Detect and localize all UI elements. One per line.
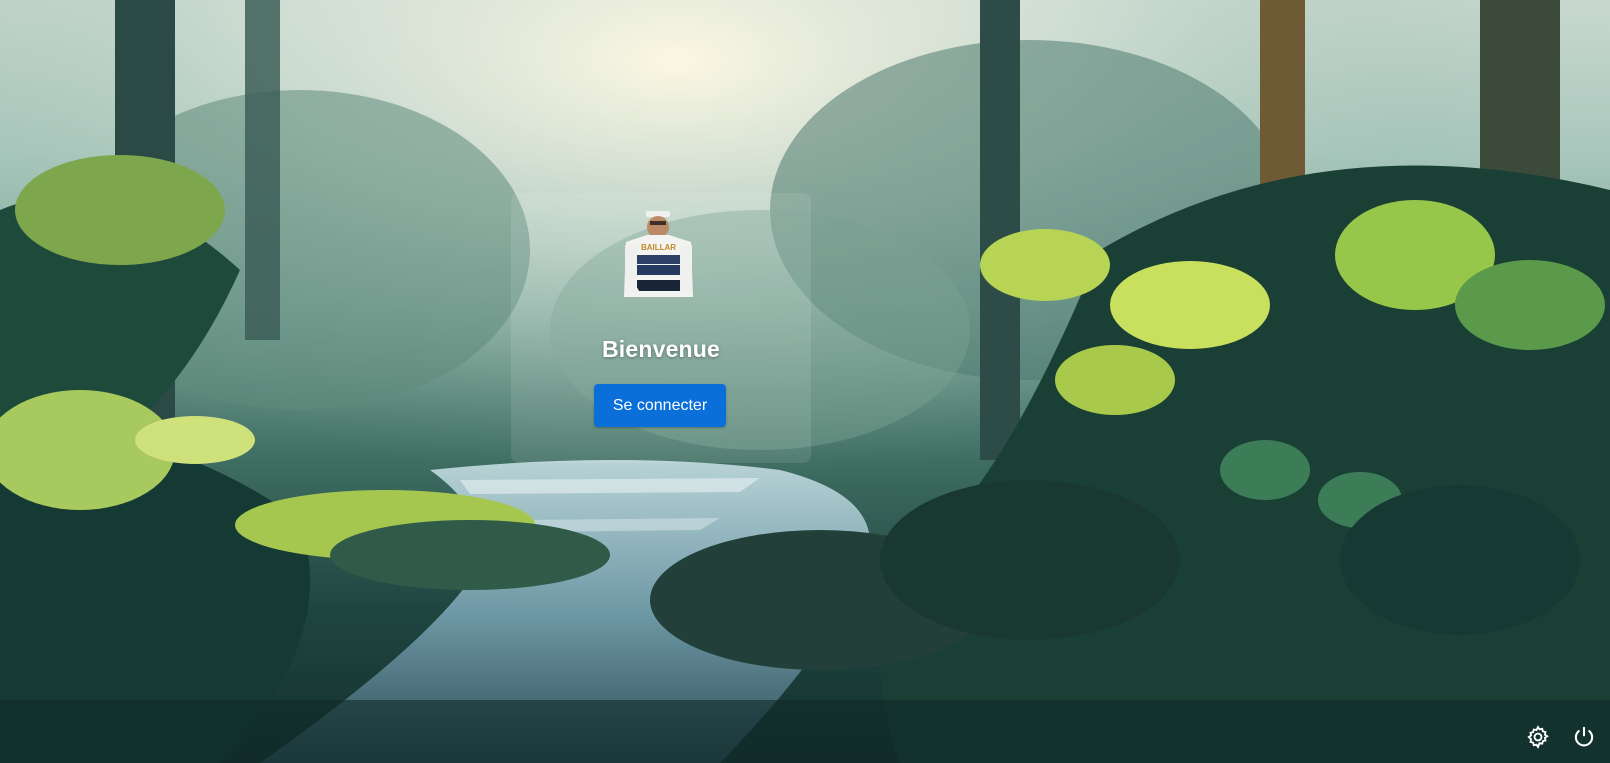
welcome-heading: Bienvenue (601, 336, 721, 362)
power-button[interactable] (1569, 724, 1599, 754)
sign-in-button[interactable]: Se connecter (594, 384, 726, 427)
user-avatar: BAILLAR (617, 207, 700, 315)
power-icon (1571, 724, 1597, 755)
gear-icon (1525, 724, 1551, 755)
lock-screen: BAILLAR Bienvenue Se connecter (0, 0, 1610, 763)
settings-button[interactable] (1523, 724, 1553, 754)
svg-text:BAILLAR: BAILLAR (641, 243, 676, 252)
